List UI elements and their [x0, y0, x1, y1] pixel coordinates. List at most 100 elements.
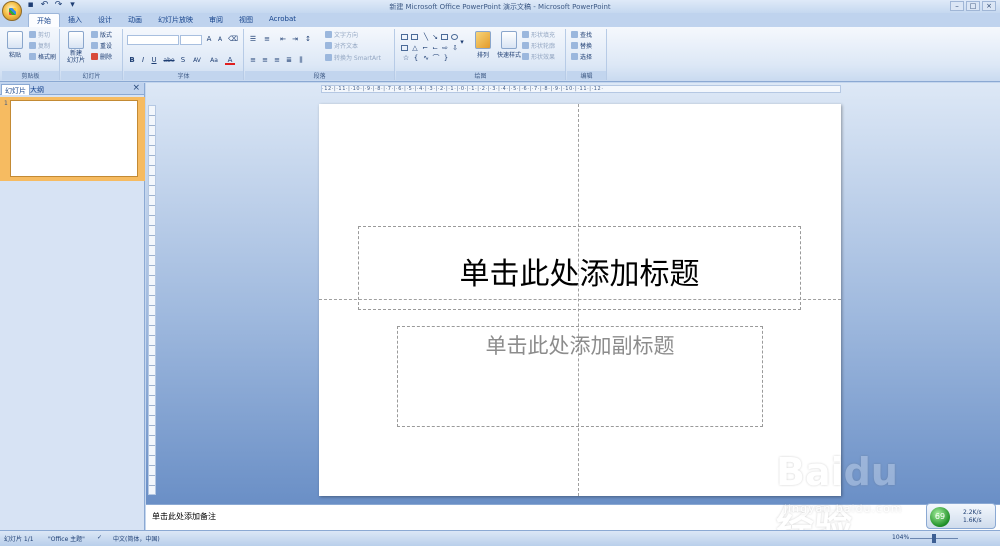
zoom-level[interactable]: 104%	[892, 534, 909, 541]
elbow2-shape-icon[interactable]: ⌙	[430, 44, 440, 53]
arrow-shape-icon[interactable]: ↘	[430, 33, 440, 42]
title-placeholder[interactable]: 单击此处添加标题	[358, 226, 801, 310]
slide-number: 1	[4, 100, 8, 107]
italic-button[interactable]: I	[138, 56, 148, 65]
font-size-input[interactable]	[180, 35, 202, 45]
arc-shape-icon[interactable]: ⌒	[431, 54, 441, 63]
brace-shape-icon[interactable]: {	[411, 54, 421, 63]
bracket-shape-icon[interactable]: }	[441, 54, 451, 63]
find-button[interactable]: 查找	[571, 31, 592, 40]
vtextbox-shape-icon[interactable]	[411, 34, 418, 40]
delete-slide-button[interactable]: 删除	[91, 53, 112, 62]
brush-icon	[29, 53, 36, 60]
tab-outline[interactable]: 大纲	[27, 84, 47, 95]
network-monitor-widget[interactable]: 69 2.2K/s 1.6K/s	[926, 503, 996, 529]
font-color-button[interactable]: A	[225, 56, 235, 65]
subtitle-placeholder[interactable]: 单击此处添加副标题	[397, 326, 763, 427]
select-icon	[571, 53, 578, 60]
convert-smartart-button[interactable]: 转换为 SmartArt	[325, 54, 381, 63]
arrange-icon	[475, 31, 491, 49]
copy-icon	[29, 42, 36, 49]
clear-format-icon[interactable]: ⌫	[228, 35, 238, 44]
bold-button[interactable]: B	[127, 56, 137, 65]
close-button[interactable]: ×	[982, 1, 996, 11]
star-shape-icon[interactable]: ☆	[401, 54, 411, 63]
select-button[interactable]: 选择	[571, 53, 592, 62]
columns-icon[interactable]: ⫼	[296, 56, 306, 65]
smartart-icon	[325, 54, 332, 61]
triangle-shape-icon[interactable]: △	[410, 44, 420, 53]
font-name-input[interactable]	[127, 35, 179, 45]
maximize-button[interactable]: □	[966, 1, 980, 11]
bullets-icon[interactable]: ☰	[248, 35, 258, 44]
textbox-shape-icon[interactable]	[401, 34, 408, 40]
arrange-button[interactable]: 排列	[472, 31, 494, 59]
editing-group-label: 编辑	[567, 71, 606, 80]
copy-button[interactable]: 复制	[29, 42, 50, 51]
shape-fill-button[interactable]: 形状填充	[522, 31, 555, 40]
paragraph-group: ☰ ≡ ⇤ ⇥ ↕ ≡ ≡ ≡ ≣ ⫼ 文字方向 对齐文本 转换为 SmartA…	[245, 29, 395, 80]
replace-button[interactable]: 替换	[571, 42, 592, 51]
justify-icon[interactable]: ≣	[284, 56, 294, 65]
align-left-icon[interactable]: ≡	[248, 56, 258, 65]
reset-icon	[91, 42, 98, 49]
editing-group: 查找 替换 选择 编辑	[567, 29, 607, 80]
numbering-icon[interactable]: ≡	[262, 35, 272, 44]
shape-outline-button[interactable]: 形状轮廓	[522, 42, 555, 51]
cut-button[interactable]: 剪切	[29, 31, 50, 40]
quick-styles-icon	[501, 31, 517, 49]
minimize-button[interactable]: –	[950, 1, 964, 11]
format-painter-button[interactable]: 格式刷	[29, 53, 56, 62]
quick-styles-button[interactable]: 快速样式	[496, 31, 522, 59]
drawing-group: ╲ ↘ △ ⌐ ⌙ ⇨ ⇩ ☆ { ∿ ⌒ } ▾ 排列 快速样式 形状填充 形…	[396, 29, 566, 80]
new-slide-button[interactable]: 新建 幻灯片	[64, 31, 88, 64]
office-button[interactable]	[2, 1, 22, 21]
slide-thumbnail-selected[interactable]: 1	[0, 97, 145, 181]
reset-button[interactable]: 重设	[91, 42, 112, 51]
tab-view[interactable]: 视图	[231, 13, 261, 27]
text-direction-button[interactable]: 文字方向	[325, 31, 358, 40]
decrease-indent-icon[interactable]: ⇤	[278, 35, 288, 44]
grow-font-button[interactable]: A	[204, 35, 214, 44]
ribbon-tabs: 开始 插入 设计 动画 幻灯片放映 审阅 视图 Acrobat	[0, 13, 1000, 27]
tab-acrobat[interactable]: Acrobat	[261, 13, 304, 27]
tab-slideshow[interactable]: 幻灯片放映	[150, 13, 201, 27]
slides-panel: 幻灯片 大纲 × 1	[0, 83, 145, 530]
close-icon[interactable]: ×	[132, 83, 140, 93]
slide-canvas[interactable]: 单击此处添加标题 单击此处添加副标题	[319, 104, 841, 496]
strikethrough-button[interactable]: abe	[162, 56, 176, 65]
gallery-more-icon[interactable]: ▾	[457, 38, 467, 47]
tab-slides-thumbnails[interactable]: 幻灯片	[1, 84, 30, 95]
tab-insert[interactable]: 插入	[60, 13, 90, 27]
underline-button[interactable]: U	[149, 56, 159, 65]
tab-animations[interactable]: 动画	[120, 13, 150, 27]
text-shadow-button[interactable]: S	[178, 56, 188, 65]
notes-pane[interactable]: 单击此处添加备注	[146, 504, 1000, 530]
char-spacing-button[interactable]: AV	[190, 56, 204, 65]
curve-shape-icon[interactable]: ∿	[421, 54, 431, 63]
shape-effects-button[interactable]: 形状效果	[522, 53, 555, 62]
line-spacing-icon[interactable]: ↕	[303, 35, 313, 44]
right-arrow-shape-icon[interactable]: ⇨	[440, 44, 450, 53]
effects-icon	[522, 53, 529, 60]
spellcheck-icon[interactable]: ✓	[97, 534, 102, 541]
download-rate: 1.6K/s	[963, 517, 982, 524]
shrink-font-button[interactable]: A	[215, 35, 225, 44]
layout-button[interactable]: 版式	[91, 31, 112, 40]
align-right-icon[interactable]: ≡	[272, 56, 282, 65]
paste-button[interactable]: 粘贴	[4, 31, 26, 59]
rect2-shape-icon[interactable]	[401, 45, 408, 51]
increase-indent-icon[interactable]: ⇥	[290, 35, 300, 44]
tab-review[interactable]: 审阅	[201, 13, 231, 27]
shapes-gallery[interactable]: ╲ ↘ △ ⌐ ⌙ ⇨ ⇩ ☆ { ∿ ⌒ } ▾	[399, 32, 467, 64]
rectangle-shape-icon[interactable]	[441, 34, 448, 40]
align-text-button[interactable]: 对齐文本	[325, 42, 358, 51]
tab-home[interactable]: 开始	[28, 13, 60, 27]
align-center-icon[interactable]: ≡	[260, 56, 270, 65]
slide-thumbnail[interactable]	[10, 100, 138, 177]
zoom-slider-knob[interactable]	[932, 534, 936, 543]
elbow-shape-icon[interactable]: ⌐	[420, 44, 430, 53]
tab-design[interactable]: 设计	[90, 13, 120, 27]
change-case-button[interactable]: Aa	[207, 56, 221, 65]
title-placeholder-text: 单击此处添加标题	[459, 257, 700, 292]
